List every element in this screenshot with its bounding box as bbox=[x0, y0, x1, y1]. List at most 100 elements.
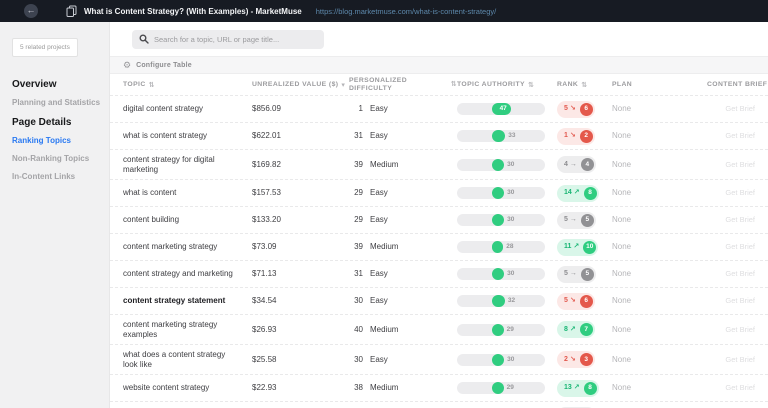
topic-cell[interactable]: content building bbox=[123, 215, 252, 225]
rank-badge: 5 ↘ 6 bbox=[557, 292, 595, 310]
topic-cell[interactable]: content marketing strategy bbox=[123, 242, 252, 252]
rank-previous: 8 ↗ bbox=[564, 325, 576, 333]
difficulty-cell: 1 Easy bbox=[349, 104, 457, 114]
authority-bar-fill bbox=[492, 295, 505, 307]
get-brief-button[interactable]: Get Brief bbox=[725, 325, 755, 334]
column-header-unrealized-value[interactable]: UNREALIZED VALUE ($) ▾ bbox=[252, 81, 349, 89]
get-brief-button[interactable]: Get Brief bbox=[725, 242, 755, 251]
unrealized-value-cell: $34.54 bbox=[252, 296, 277, 305]
get-brief-button[interactable]: Get Brief bbox=[725, 188, 755, 197]
table-row[interactable]: what is content $157.53 29 Easy 30 14 ↗ 8 None G… bbox=[110, 179, 768, 206]
content-brief-cell: Get Brief bbox=[707, 160, 755, 170]
topic-cell[interactable]: digital content strategy bbox=[123, 104, 252, 114]
rank-badge: 2 ↘ 3 bbox=[557, 351, 595, 368]
authority-value: 30 bbox=[507, 160, 515, 168]
unrealized-value-cell: $22.93 bbox=[252, 383, 277, 392]
get-brief-button[interactable]: Get Brief bbox=[725, 383, 755, 392]
sidebar-heading-overview: Overview bbox=[12, 79, 57, 90]
sort-icon[interactable]: ⇅ bbox=[528, 81, 534, 89]
search-input[interactable] bbox=[154, 34, 317, 44]
sidebar-item-non-ranking-topics[interactable]: Non-Ranking Topics bbox=[12, 154, 101, 163]
topic-cell[interactable]: what is content strategy bbox=[123, 131, 252, 141]
difficulty-score: 1 bbox=[358, 104, 363, 113]
unrealized-value-cell: $856.09 bbox=[252, 104, 281, 113]
column-header-topic[interactable]: TOPIC ⇅ bbox=[123, 81, 252, 89]
rank-previous: 5 → bbox=[564, 270, 577, 277]
page-url-link[interactable]: https://blog.marketmuse.com/what-is-cont… bbox=[316, 7, 497, 16]
difficulty-cell: 29 Easy bbox=[349, 215, 457, 225]
difficulty-label: Easy bbox=[370, 104, 388, 113]
column-header-topic-authority[interactable]: TOPIC AUTHORITY ⇅ bbox=[457, 81, 557, 89]
sort-icon[interactable]: ▾ bbox=[341, 81, 345, 89]
rank-badge: 13 ↗ 8 bbox=[557, 379, 599, 397]
get-brief-button[interactable]: Get Brief bbox=[725, 355, 755, 364]
sidebar-item-planning-and-statistics[interactable]: Planning and Statistics bbox=[12, 98, 101, 107]
difficulty-score: 40 bbox=[354, 324, 363, 334]
difficulty-label: Easy bbox=[370, 296, 388, 305]
rank-cell: 4 → 4 bbox=[557, 156, 612, 173]
topic-cell[interactable]: what does a content strategy look like bbox=[123, 350, 252, 370]
get-brief-button[interactable]: Get Brief bbox=[725, 104, 755, 113]
topic-cell[interactable]: content marketing strategy examples bbox=[123, 320, 252, 340]
difficulty-label: Medium bbox=[370, 324, 399, 334]
back-button[interactable]: ← bbox=[24, 4, 38, 18]
topic-cell[interactable]: website content strategy bbox=[123, 383, 252, 393]
rank-badge: 4 → 4 bbox=[557, 156, 596, 173]
authority-bar-fill bbox=[492, 241, 504, 253]
unrealized-value-cell: $73.09 bbox=[252, 242, 277, 251]
sort-icon[interactable]: ⇅ bbox=[149, 81, 155, 89]
table-row[interactable]: content strategy and marketing $71.13 31 Ea… bbox=[110, 260, 768, 287]
get-brief-button[interactable]: Get Brief bbox=[725, 296, 755, 305]
sidebar-item-ranking-topics[interactable]: Ranking Topics bbox=[12, 136, 101, 145]
table-row[interactable]: content strategy statement $34.54 30 Easy 32… bbox=[110, 287, 768, 314]
authority-bar-track: 47 bbox=[457, 103, 545, 115]
plan-cell: None bbox=[612, 188, 632, 197]
difficulty-label: Easy bbox=[370, 354, 388, 364]
get-brief-button[interactable]: Get Brief bbox=[725, 215, 755, 224]
get-brief-button[interactable]: Get Brief bbox=[725, 160, 755, 169]
get-brief-button[interactable]: Get Brief bbox=[725, 131, 755, 140]
topic-cell[interactable]: content strategy for digital marketing bbox=[123, 155, 252, 175]
table-row[interactable]: content marketing strategy $73.09 39 Medium… bbox=[110, 233, 768, 260]
table-row[interactable]: content building $133.20 29 Easy 30 5 → 5 None G… bbox=[110, 206, 768, 233]
rank-previous: 11 ↗ bbox=[564, 243, 580, 250]
topic-cell[interactable]: content strategy and marketing bbox=[123, 269, 252, 279]
related-projects-button[interactable]: 5 related projects bbox=[12, 38, 78, 57]
table-row[interactable]: what is content strategy $622.01 31 Easy 33 1… bbox=[110, 122, 768, 149]
column-header-personalized-difficulty[interactable]: PERSONALIZED DIFFICULTY ⇅ bbox=[349, 77, 457, 93]
table-row[interactable]: website content strategy $22.93 38 Medium 29… bbox=[110, 374, 768, 401]
difficulty-score: 30 bbox=[354, 354, 363, 364]
authority-bar-track: 29 bbox=[457, 382, 545, 394]
topic-cell[interactable]: what is content bbox=[123, 188, 252, 198]
authority-bar-track: 30 bbox=[457, 214, 545, 226]
rank-current-circle: 6 bbox=[579, 102, 593, 116]
table-header: TOPIC ⇅ UNREALIZED VALUE ($) ▾ PERSONALIZED … bbox=[110, 74, 768, 95]
topic-authority-cell: 30 bbox=[457, 353, 557, 366]
column-header-rank[interactable]: RANK ⇅ bbox=[557, 81, 612, 89]
topic-authority-cell: 30 bbox=[457, 187, 557, 199]
rank-current-circle: 7 bbox=[579, 323, 593, 336]
topic-cell[interactable]: content strategy statement bbox=[123, 296, 252, 306]
sidebar-item-in-content-links[interactable]: In-Content Links bbox=[12, 172, 101, 181]
table-body: digital content strategy $856.09 1 Easy 47 5 … bbox=[110, 95, 768, 408]
rank-previous: 1 ↘ bbox=[564, 132, 576, 139]
plan-cell: None bbox=[612, 215, 632, 224]
authority-bar-fill bbox=[492, 187, 505, 199]
pages-icon bbox=[66, 5, 77, 17]
unrealized-value-cell: $157.53 bbox=[252, 188, 281, 197]
authority-value: 30 bbox=[507, 189, 515, 196]
sort-icon[interactable]: ⇅ bbox=[581, 81, 587, 89]
table-row[interactable]: content marketing strategy examples $26.9… bbox=[110, 314, 768, 344]
table-row[interactable]: content strategy for digital marketing $1… bbox=[110, 149, 768, 179]
difficulty-score: 38 bbox=[354, 383, 363, 392]
table-row[interactable]: what does a content strategy look like $2… bbox=[110, 344, 768, 374]
search-box[interactable] bbox=[132, 29, 324, 49]
get-brief-button[interactable]: Get Brief bbox=[725, 269, 755, 278]
table-row[interactable]: sample content strategy plan$21.5944Medi… bbox=[110, 401, 768, 408]
content-brief-cell: Get Brief bbox=[707, 269, 755, 279]
column-label: PERSONALIZED DIFFICULTY bbox=[349, 76, 408, 92]
table-row[interactable]: digital content strategy $856.09 1 Easy 47 5 … bbox=[110, 95, 768, 122]
unrealized-value-cell: $622.01 bbox=[252, 131, 281, 140]
configure-table-button[interactable]: Configure Table bbox=[136, 62, 192, 69]
search-icon bbox=[139, 34, 149, 44]
